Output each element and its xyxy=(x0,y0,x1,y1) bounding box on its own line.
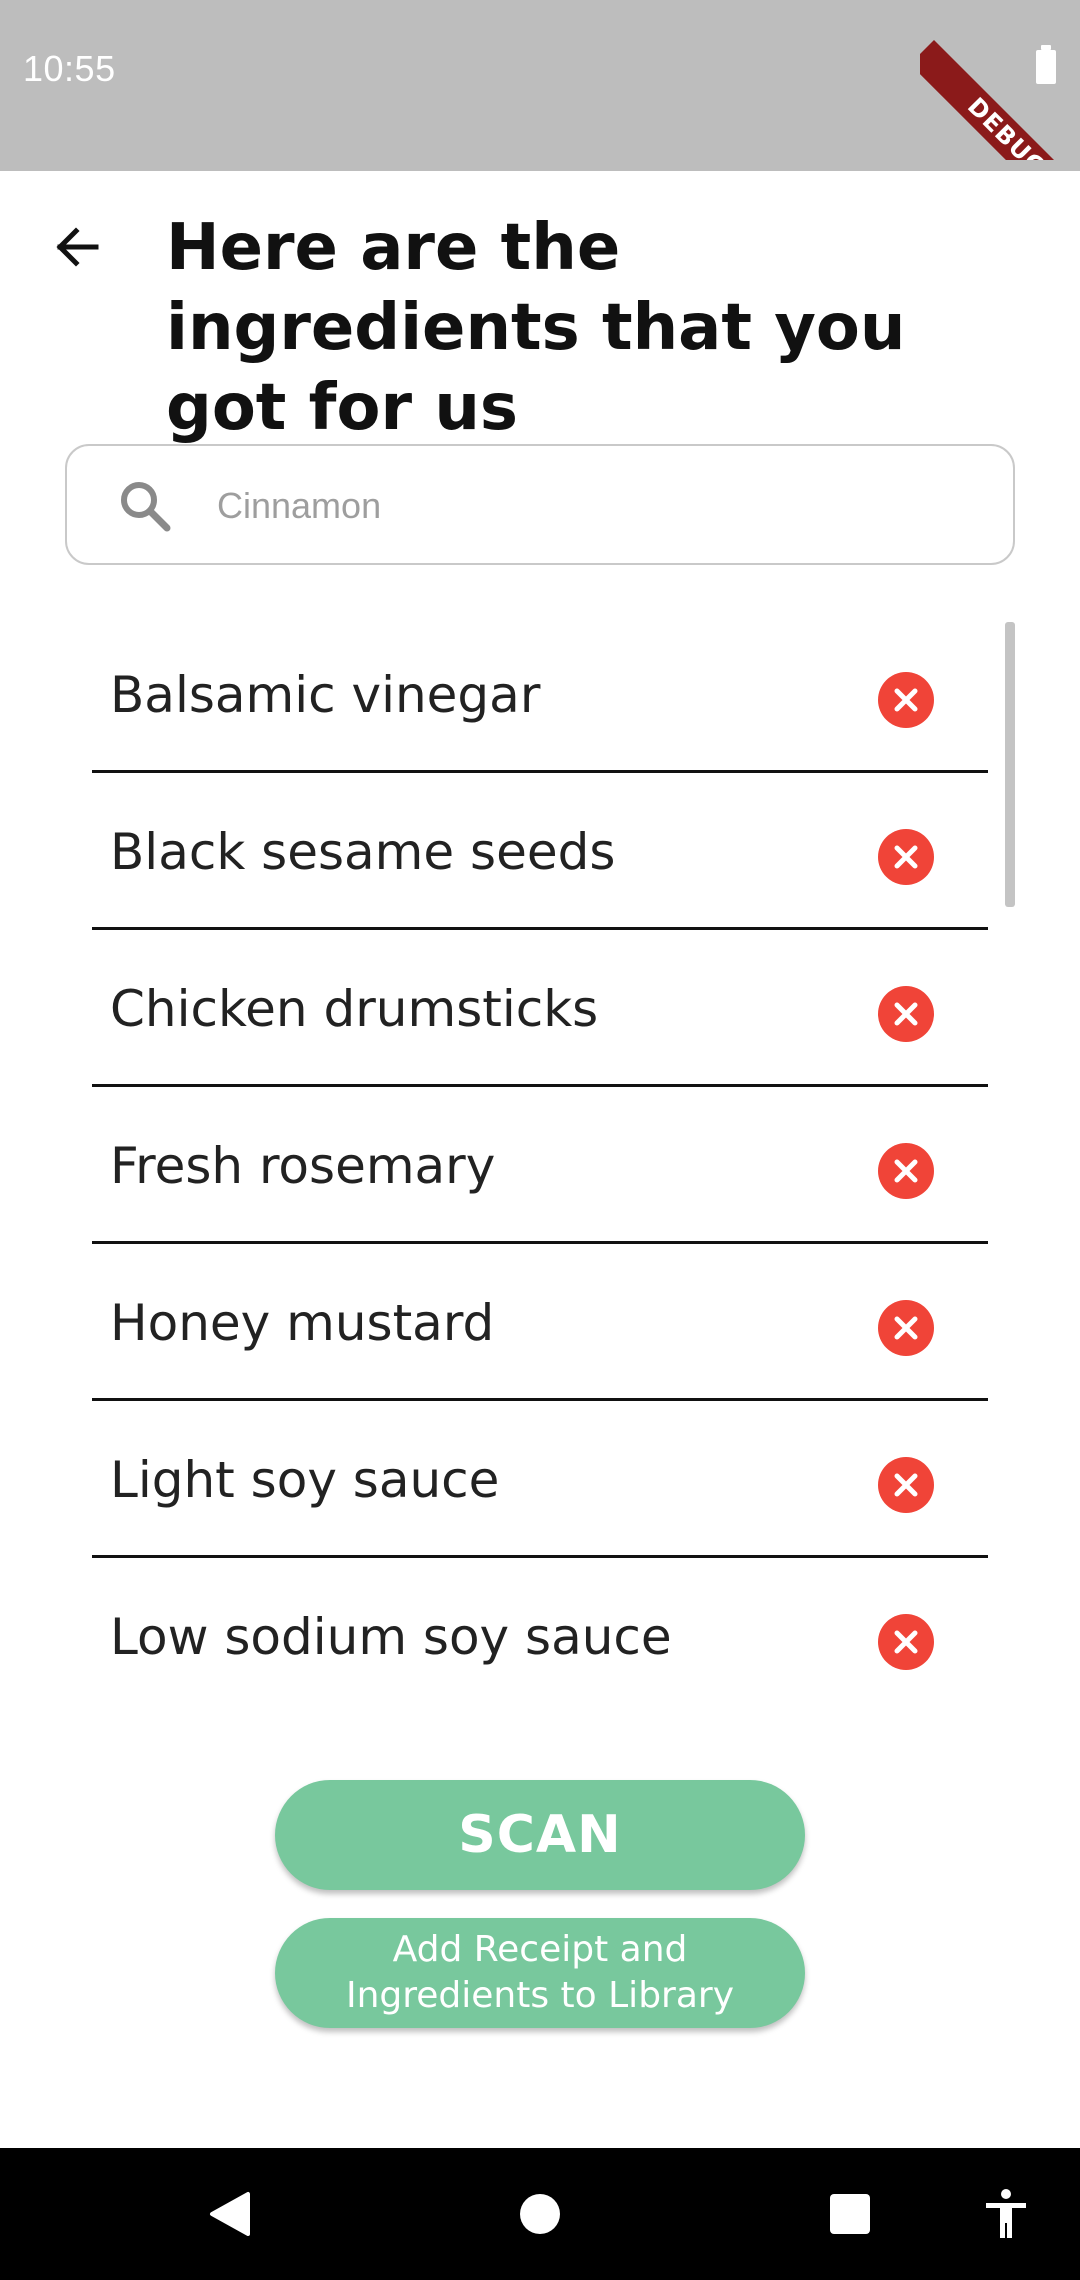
triangle-back-icon xyxy=(210,2192,250,2236)
ingredient-name: Black sesame seeds xyxy=(110,823,616,881)
ingredient-name: Balsamic vinegar xyxy=(110,666,541,724)
remove-ingredient-button[interactable] xyxy=(878,1457,934,1513)
ingredient-row: Chicken drumsticks xyxy=(92,930,988,1087)
search-box[interactable] xyxy=(65,444,1015,565)
ingredient-row: Light soy sauce xyxy=(92,1401,988,1558)
ingredient-row: Balsamic vinegar xyxy=(92,616,988,773)
debug-banner-container: DEBUG xyxy=(920,0,1080,160)
search-input[interactable] xyxy=(217,466,977,546)
ingredient-name: Fresh rosemary xyxy=(110,1137,496,1195)
remove-ingredient-button[interactable] xyxy=(878,829,934,885)
nav-accessibility-button[interactable] xyxy=(966,2148,1046,2280)
square-recents-icon xyxy=(830,2194,870,2234)
ingredient-name: Light soy sauce xyxy=(110,1451,500,1509)
nav-recents-button[interactable] xyxy=(810,2148,890,2280)
system-nav-bar xyxy=(0,2148,1080,2280)
add-receipt-to-library-button[interactable]: Add Receipt and Ingredients to Library xyxy=(275,1918,805,2028)
nav-back-button[interactable] xyxy=(190,2148,270,2280)
ingredient-name: Chicken drumsticks xyxy=(110,980,599,1038)
remove-ingredient-button[interactable] xyxy=(878,1143,934,1199)
close-icon xyxy=(894,1002,918,1026)
scan-button[interactable]: SCAN xyxy=(275,1780,805,1890)
close-icon xyxy=(894,1316,918,1340)
close-icon xyxy=(894,1630,918,1654)
debug-banner: DEBUG xyxy=(920,40,1080,160)
close-icon xyxy=(894,1159,918,1183)
status-bar: 10:55 DEBUG xyxy=(0,0,1080,171)
app-screen: 10:55 DEBUG Here are the ingredients tha… xyxy=(0,0,1080,2280)
search-icon xyxy=(121,482,171,532)
back-button[interactable] xyxy=(42,212,112,282)
ingredient-row: Honey mustard xyxy=(92,1244,988,1401)
status-time: 10:55 xyxy=(23,48,116,89)
close-icon xyxy=(894,688,918,712)
list-scrollbar[interactable] xyxy=(1005,622,1015,907)
nav-home-button[interactable] xyxy=(500,2148,580,2280)
ingredient-row: Fresh rosemary xyxy=(92,1087,988,1244)
circle-home-icon xyxy=(520,2194,560,2234)
close-icon xyxy=(894,845,918,869)
remove-ingredient-button[interactable] xyxy=(878,986,934,1042)
ingredient-name: Honey mustard xyxy=(110,1294,495,1352)
page-title: Here are the ingredients that you got fo… xyxy=(166,211,906,445)
ingredient-list[interactable]: Balsamic vinegar Black sesame seeds Chic… xyxy=(92,616,988,1716)
ingredient-row: Black sesame seeds xyxy=(92,773,988,930)
ingredient-row: Low sodium soy sauce xyxy=(92,1558,988,1715)
remove-ingredient-button[interactable] xyxy=(878,1300,934,1356)
remove-ingredient-button[interactable] xyxy=(878,1614,934,1670)
remove-ingredient-button[interactable] xyxy=(878,672,934,728)
accessibility-icon xyxy=(986,2189,1026,2238)
arrow-left-icon xyxy=(56,227,99,267)
close-icon xyxy=(894,1473,918,1497)
ingredient-name: Low sodium soy sauce xyxy=(110,1608,672,1666)
